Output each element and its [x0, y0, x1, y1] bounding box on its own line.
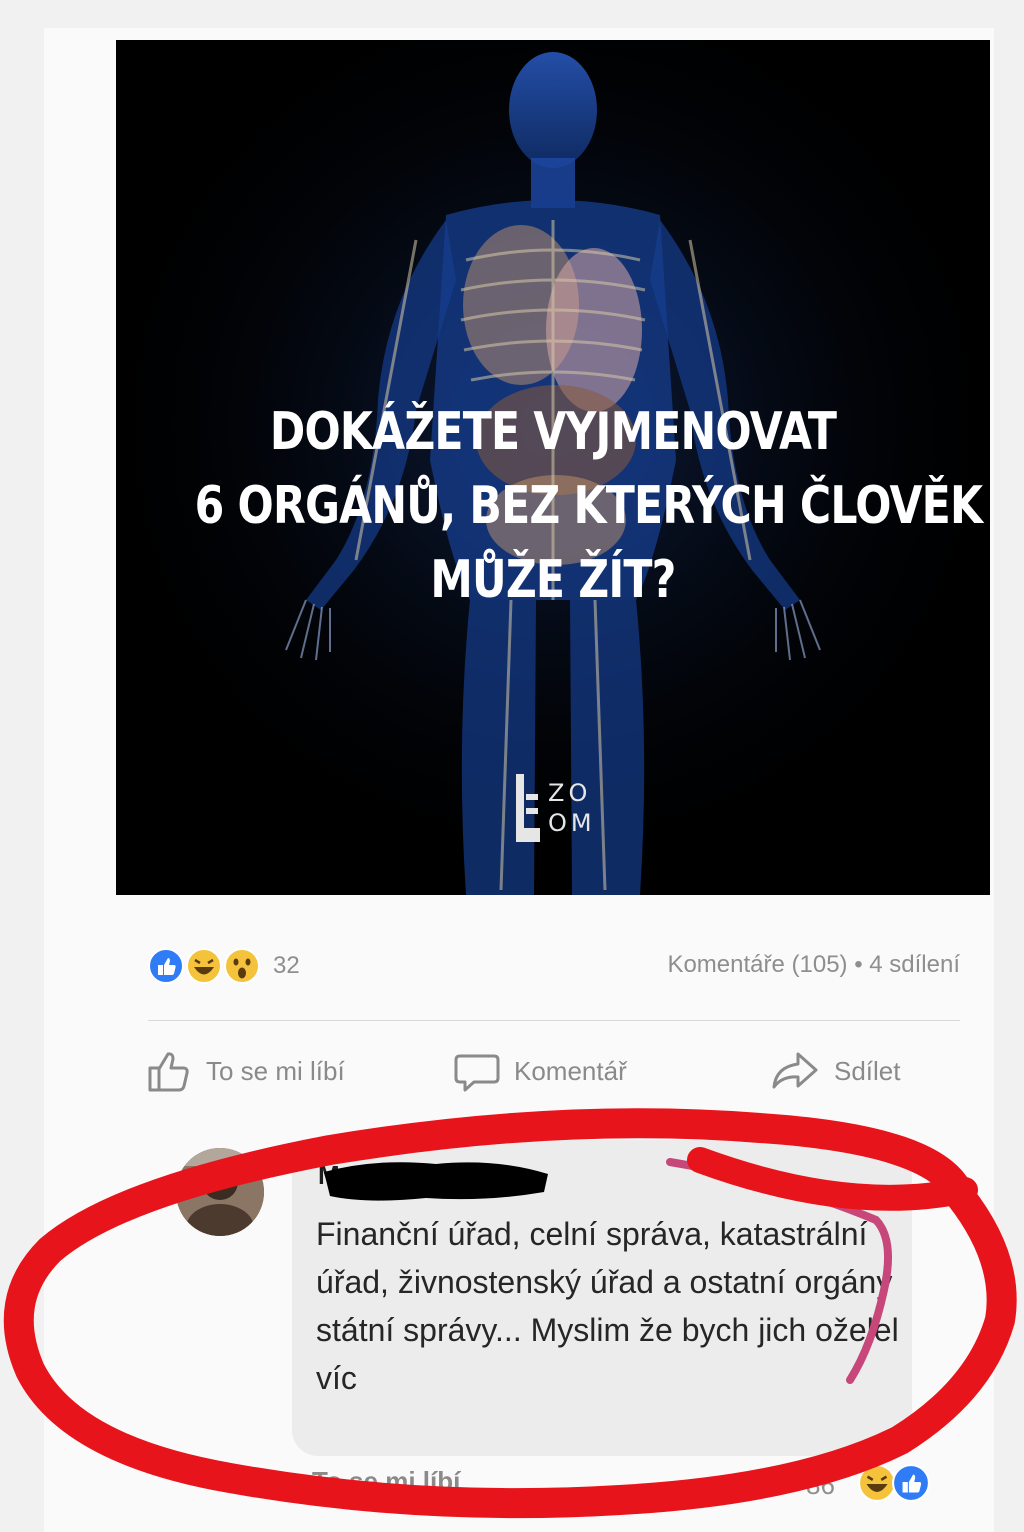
comment-like-link[interactable]: To se mi líbí — [312, 1466, 460, 1497]
laughing-emoji-icon — [858, 1464, 896, 1502]
headline-line: 6 ORGÁNŮ, BEZ KTERÝCH ČLOVĚK — [194, 476, 983, 536]
share-label: Sdílet — [834, 1055, 901, 1086]
divider — [148, 1020, 960, 1021]
headline-line: MŮŽE ŽÍT? — [430, 550, 676, 610]
post-image[interactable]: DOKÁŽETE VYJMENOVAT 6 ORGÁNŮ, BEZ KTERÝC… — [116, 40, 990, 895]
zoom-logo-mark — [516, 774, 540, 842]
headline-line: DOKÁŽETE VYJMENOVAT — [269, 402, 837, 462]
thumbs-up-icon — [148, 1052, 189, 1092]
zoom-logo: ZO OM — [514, 774, 604, 844]
like-button[interactable]: To se mi líbí — [146, 1046, 345, 1096]
share-arrow-icon — [772, 1052, 818, 1089]
avatar-photo — [176, 1148, 264, 1236]
comment-label: Komentář — [514, 1055, 627, 1086]
like-icon — [892, 1464, 930, 1502]
commenter-avatar[interactable] — [176, 1148, 264, 1236]
comment-button[interactable]: Komentář — [454, 1046, 627, 1096]
comment-text: Finanční úřad, celní správa, katastrální… — [316, 1216, 899, 1396]
like-label: To se mi líbí — [206, 1055, 345, 1086]
reaction-count: 32 — [273, 952, 300, 979]
laughing-emoji-icon — [186, 948, 222, 984]
share-button[interactable]: Sdílet — [770, 1046, 901, 1096]
comments-shares-count[interactable]: Komentáře (105) • 4 sdílení — [560, 951, 960, 979]
zoom-logo-text: ZO OM — [548, 779, 596, 837]
wow-emoji-icon — [224, 948, 260, 984]
speech-bubble-icon — [454, 1054, 500, 1092]
post-headline: DOKÁŽETE VYJMENOVAT 6 ORGÁNŮ, BEZ KTERÝC… — [194, 395, 983, 617]
comment-reaction-count: 86 — [806, 1470, 835, 1500]
like-icon — [148, 948, 184, 984]
redaction-scribble — [324, 1162, 548, 1201]
